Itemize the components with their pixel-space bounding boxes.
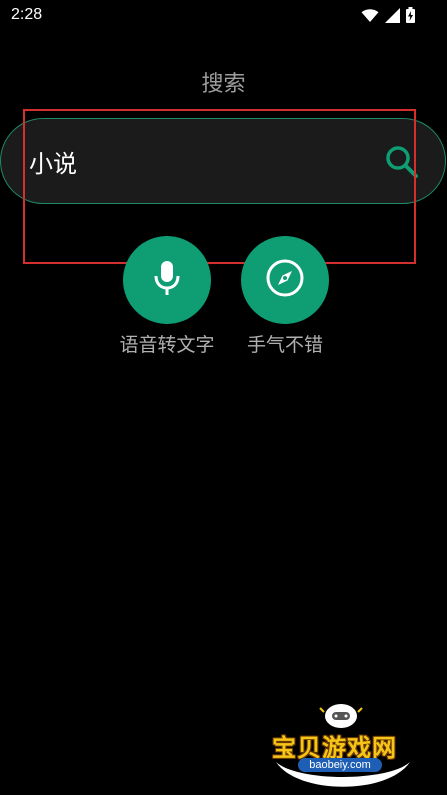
- status-time: 2:28: [11, 6, 43, 23]
- feeling-lucky-label: 手气不错: [246, 334, 323, 356]
- signal-icon: [385, 7, 400, 23]
- voice-to-text-action[interactable]: 语音转文字: [107, 236, 227, 357]
- watermark-logo: 宝贝游戏网 baobeiy.com: [268, 700, 418, 790]
- search-bar[interactable]: [0, 118, 446, 204]
- search-input[interactable]: [29, 143, 359, 179]
- voice-to-text-label: 语音转文字: [119, 334, 215, 356]
- status-icons: [361, 7, 415, 23]
- feeling-lucky-button[interactable]: [241, 236, 329, 324]
- voice-to-text-button[interactable]: [123, 236, 211, 324]
- status-bar: 2:28: [0, 0, 447, 32]
- battery-icon: [406, 7, 415, 23]
- wifi-icon: [361, 8, 379, 23]
- compass-icon: [265, 258, 305, 302]
- feeling-lucky-action[interactable]: 手气不错: [225, 236, 345, 357]
- page-title: 搜索: [201, 72, 246, 97]
- watermark-url: baobeiy.com: [298, 758, 382, 772]
- microphone-icon: [151, 260, 183, 300]
- search-icon[interactable]: [383, 143, 421, 181]
